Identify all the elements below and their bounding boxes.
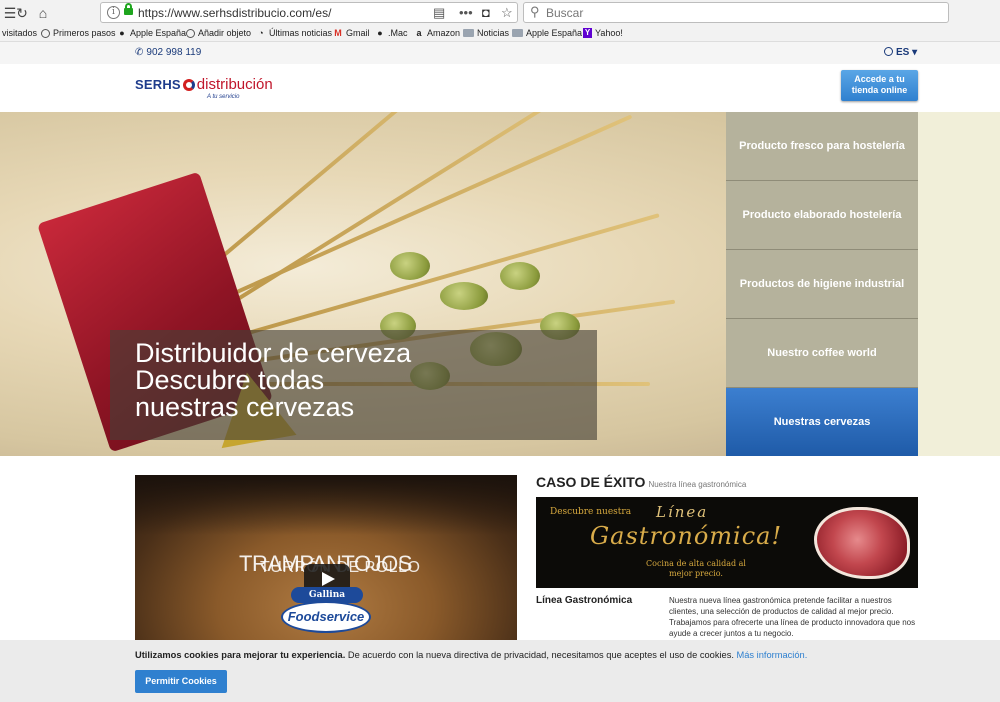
banner-line2: Línea — [656, 503, 709, 521]
apple-icon: ● — [119, 28, 125, 38]
cta-line1: Accede a tu — [854, 74, 905, 84]
bookmark-ultimas-noticias[interactable]: ◔ Últimas noticias — [256, 28, 332, 38]
info-icon[interactable]: i — [107, 6, 120, 19]
home-icon[interactable]: ⌂ — [33, 3, 53, 23]
reload-icon[interactable]: ↻ — [12, 3, 32, 23]
bookmark-star-icon[interactable]: ☆ — [501, 5, 513, 21]
bookmark-label: Gmail — [346, 28, 370, 38]
lock-icon — [124, 3, 133, 15]
video-top-fade — [135, 475, 517, 535]
online-store-button[interactable]: Accede a tu tienda online — [841, 70, 918, 101]
search-input[interactable] — [546, 5, 926, 21]
apple-icon: ● — [377, 28, 383, 38]
case-subtitle: Nuestra línea gastronómica — [648, 480, 747, 489]
hero-side-menu: Producto fresco para hostelería Producto… — [726, 112, 918, 456]
banner-line1: Descubre nuestra — [550, 507, 632, 517]
bookmark-anadir-objeto[interactable]: Añadir objeto — [186, 28, 251, 38]
more-actions-icon[interactable]: ••• — [459, 5, 473, 20]
amazon-icon: a — [416, 28, 422, 38]
cookie-text: De acuerdo con la nueva directiva de pri… — [345, 650, 737, 660]
caret-down-icon: ▾ — [912, 47, 918, 58]
hero-line2: Descubre todas — [135, 365, 325, 395]
bookmark-label: Noticias — [477, 28, 510, 38]
logo-tagline: A tu servicio — [207, 94, 240, 100]
cookie-more-info-link[interactable]: Más información. — [737, 650, 808, 660]
bookmark-label: Apple España — [130, 28, 187, 38]
banner-line3: Gastronómica! — [590, 522, 783, 550]
bookmark-label: .Mac — [388, 28, 408, 38]
bookmarks-bar: visitados Primeros pasos ● Apple España A… — [0, 26, 1000, 42]
language-selector[interactable]: ES ▾ — [884, 47, 917, 58]
yahoo-icon: Y — [583, 28, 592, 38]
bookmark-label: Apple España — [526, 28, 583, 38]
phone-icon: ✆ — [135, 47, 144, 58]
site-header: SERHS distribución A tu servicio Accede a… — [0, 64, 1000, 112]
phone-number[interactable]: ✆ 902 998 119 — [135, 47, 201, 58]
bookmark-primeros-pasos[interactable]: Primeros pasos — [41, 28, 116, 38]
video-player[interactable]: TRAMPANTOJOS TURRÓN DE POLLO Gallina Bla… — [135, 475, 517, 640]
meat-image — [814, 507, 910, 579]
allow-cookies-button[interactable]: Permitir Cookies — [135, 670, 227, 693]
bookmark-label: Amazon — [427, 28, 461, 38]
case-study-text: Nuestra nueva línea gastronómica pretend… — [669, 596, 916, 638]
bookmark-label: Últimas noticias — [269, 28, 333, 38]
bookmark-amazon[interactable]: a Amazon — [414, 28, 460, 38]
bookmark-label: Primeros pasos — [53, 28, 116, 38]
reader-view-icon[interactable]: ▤ — [433, 5, 445, 21]
case-study-label[interactable]: Línea Gastronómica — [536, 595, 632, 606]
hero-right-fill — [918, 112, 1000, 456]
rss-icon: ◔ — [258, 28, 264, 38]
address-bar[interactable]: i https://www.serhsdistribucio.com/es/ ▤… — [100, 2, 518, 23]
folder-icon — [512, 29, 523, 37]
menu-item-producto-fresco[interactable]: Producto fresco para hostelería — [726, 112, 918, 181]
site-topbar: ✆ 902 998 119 ES ▾ — [0, 42, 1000, 64]
gmail-icon: M — [334, 28, 342, 38]
case-study-title: CASO DE ÉXITO Nuestra línea gastronómica — [536, 474, 746, 490]
case-title-text: CASO DE ÉXITO — [536, 474, 646, 490]
hero-slider[interactable]: Distribuidor de cerveza Descubre todas n… — [0, 112, 1000, 456]
globe-icon — [186, 28, 195, 38]
hop-cone — [500, 262, 540, 290]
logo-swirl-icon — [182, 79, 195, 91]
banner-line4: Cocina de alta calidad al mejor precio. — [646, 559, 746, 578]
globe-icon — [884, 47, 893, 56]
hero-caption[interactable]: Distribuidor de cerveza Descubre todas n… — [135, 340, 595, 421]
site-logo[interactable]: SERHS distribución A tu servicio — [135, 76, 273, 104]
language-label: ES — [896, 47, 910, 58]
cookie-banner: Utilizamos cookies para mejorar tu exper… — [0, 640, 1000, 702]
url-text[interactable]: https://www.serhsdistribucio.com/es/ — [138, 6, 331, 20]
bookmark-label: Añadir objeto — [198, 28, 252, 38]
search-bar[interactable]: ⚲ — [523, 2, 949, 23]
bookmark-apple-espana[interactable]: ● Apple España — [117, 28, 186, 38]
search-icon: ⚲ — [530, 4, 540, 19]
folder-icon — [463, 29, 474, 37]
hero-line1: Distribuidor de cerveza — [135, 338, 412, 368]
cookie-message: Utilizamos cookies para mejorar tu exper… — [135, 650, 807, 660]
bookmark-apple-espana-2[interactable]: Apple España — [512, 28, 582, 38]
cookie-bold: Utilizamos cookies para mejorar tu exper… — [135, 650, 346, 660]
bookmark-gmail[interactable]: M Gmail — [333, 28, 370, 38]
bookmark-visitados[interactable]: visitados — [2, 28, 37, 38]
hop-cone — [390, 252, 430, 280]
logo-brand: SERHS — [135, 77, 181, 92]
hero-line3: nuestras cervezas — [135, 392, 355, 422]
foodservice-badge: Foodservice — [281, 601, 371, 633]
hop-cone — [440, 282, 488, 310]
browser-toolbar: ☰ ↻ ⌂ i https://www.serhsdistribucio.com… — [0, 0, 1000, 26]
menu-item-producto-elaborado[interactable]: Producto elaborado hostelería — [726, 181, 918, 250]
pocket-icon[interactable]: ◘ — [482, 5, 490, 20]
bookmark-label: visitados — [2, 28, 38, 38]
globe-icon — [41, 28, 50, 38]
menu-item-cervezas[interactable]: Nuestras cervezas — [726, 388, 918, 456]
cta-line2: tienda online — [851, 85, 908, 95]
menu-item-coffee-world[interactable]: Nuestro coffee world — [726, 319, 918, 388]
bookmark-mac[interactable]: ● .Mac — [375, 28, 408, 38]
bookmark-noticias[interactable]: Noticias — [463, 28, 509, 38]
phone-text: 902 998 119 — [146, 47, 202, 58]
logo-name: distribución — [196, 76, 273, 93]
bookmark-yahoo[interactable]: Y Yahoo! — [583, 28, 623, 38]
case-study-banner[interactable]: Descubre nuestra Línea Gastronómica! Coc… — [536, 497, 918, 588]
menu-item-higiene-industrial[interactable]: Productos de higiene industrial — [726, 250, 918, 319]
bookmark-label: Yahoo! — [595, 28, 623, 38]
